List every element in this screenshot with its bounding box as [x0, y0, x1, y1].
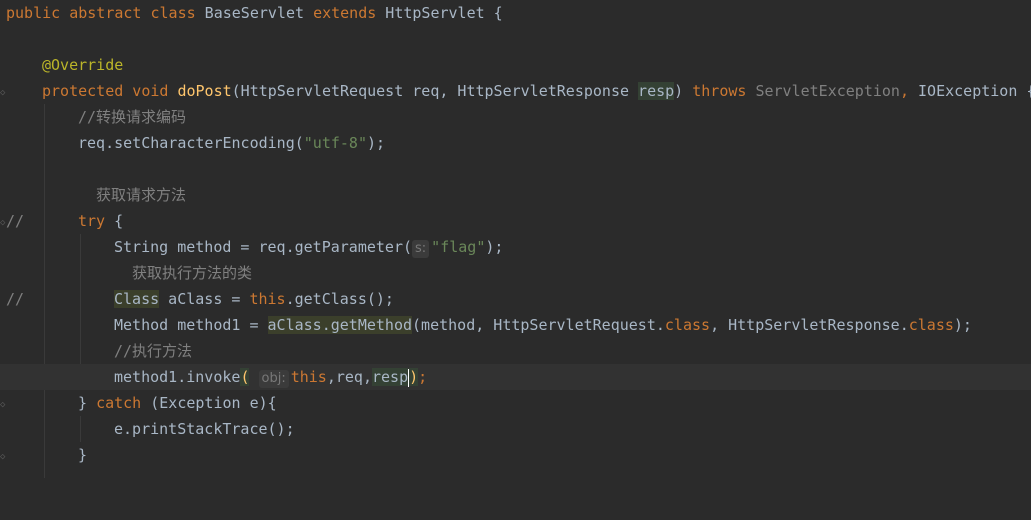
code-text: } — [78, 446, 88, 464]
highlighted-param: resp — [638, 82, 675, 100]
code-text: Method method1 = — [114, 316, 268, 334]
comment: //转换请求编码 — [78, 108, 187, 126]
matched-paren: ) — [409, 368, 419, 386]
code-text: { — [105, 212, 124, 230]
code-line[interactable]: e.printStackTrace(); — [0, 416, 1031, 442]
annotation: @Override — [42, 56, 124, 74]
code-text: ); — [367, 134, 386, 152]
keyword: try — [78, 212, 106, 230]
parameter-hint: obj: — [258, 370, 289, 388]
keyword: extends — [313, 4, 377, 22]
class-name: BaseServlet — [195, 4, 314, 22]
keyword: protected void — [42, 82, 178, 100]
code-text: String method = req.getParameter( — [114, 238, 413, 256]
code-text: req.setCharacterEncoding( — [78, 134, 304, 152]
code-text: (method, HttpServletRequest. — [412, 316, 665, 334]
code-text: HttpServlet { — [376, 4, 503, 22]
keyword: this — [290, 368, 327, 386]
keyword: this — [249, 290, 286, 308]
keyword: class — [664, 316, 711, 334]
method-name: doPost — [177, 82, 232, 100]
code-text: (Exception e){ — [141, 394, 277, 412]
code-line[interactable]: try { — [0, 208, 1031, 234]
code-line[interactable]: req.setCharacterEncoding("utf-8"); — [0, 130, 1031, 156]
exception-name: ServletException — [755, 82, 900, 100]
code-text: ,req, — [326, 368, 372, 386]
code-text: , HttpServletResponse. — [710, 316, 909, 334]
keyword: public abstract class — [6, 4, 196, 22]
code-line[interactable]: protected void doPost(HttpServletRequest… — [0, 78, 1031, 104]
code-line[interactable]: Method method1 = aClass.getMethod(method… — [0, 312, 1031, 338]
highlighted-call: aClass.getMethod — [267, 316, 413, 334]
comment: //执行方法 — [114, 342, 193, 360]
code-editor[interactable]: ◇ ◇ ◇ ◇ public abstract class BaseServle… — [0, 0, 1031, 478]
code-text: method1.invoke — [114, 368, 241, 386]
code-line[interactable]: } catch (Exception e){ — [0, 390, 1031, 416]
comment: 获取执行方法的类 — [132, 264, 253, 282]
string-literal: "utf-8" — [303, 134, 367, 152]
type-name: Class — [114, 290, 160, 308]
comment: 获取请求方法 — [96, 186, 187, 204]
code-text: ) — [674, 82, 693, 100]
code-line[interactable]: Class aClass = this.getClass(); — [0, 286, 1031, 312]
code-line[interactable]: } — [0, 442, 1031, 468]
code-text: .getClass(); — [285, 290, 394, 308]
code-text: ); — [953, 316, 972, 334]
keyword: class — [908, 316, 954, 334]
code-line[interactable]: //转换请求编码 — [0, 104, 1031, 130]
current-code-line[interactable]: method1.invoke( obj: this,req,resp); — [0, 364, 1031, 390]
code-line[interactable]: // 获取执行方法的类 — [0, 260, 1031, 308]
code-text: e.printStackTrace(); — [114, 420, 295, 438]
code-text: (HttpServletRequest req, HttpServletResp… — [231, 82, 639, 100]
code-text: , — [899, 82, 919, 100]
matched-paren: ( — [240, 368, 250, 386]
code-text: aClass = — [159, 290, 250, 308]
code-text: ; — [418, 368, 428, 386]
code-text: } — [78, 394, 97, 412]
code-line[interactable]: //执行方法 — [0, 338, 1031, 364]
parameter-hint: s: — [412, 240, 430, 258]
code-line[interactable]: @Override — [0, 52, 1031, 78]
code-text: ); — [485, 238, 504, 256]
code-line[interactable]: public abstract class BaseServlet extend… — [0, 0, 1031, 26]
code-line[interactable]: String method = req.getParameter(s: "flag… — [0, 234, 1031, 260]
keyword: catch — [96, 394, 142, 412]
exception-name: IOException { — [918, 82, 1031, 100]
code-line[interactable]: // 获取请求方法 — [0, 182, 1031, 230]
highlighted-param: resp — [371, 368, 409, 386]
string-literal: "flag" — [431, 238, 486, 256]
keyword: throws — [692, 82, 756, 100]
